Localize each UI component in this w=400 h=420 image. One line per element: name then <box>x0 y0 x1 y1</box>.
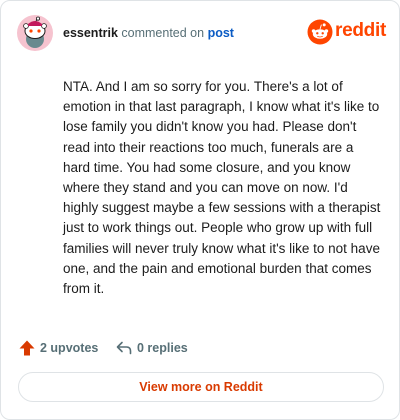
upvote-button[interactable]: 2 upvotes <box>18 337 98 359</box>
avatar[interactable] <box>17 15 53 51</box>
comment-embed-card: essentrik commented on post reddit NTA. … <box>0 0 400 420</box>
comment-text: NTA. And I am so sorry for you. There's … <box>63 79 381 297</box>
view-more-label: View more on Reddit <box>139 380 263 394</box>
comment-header: essentrik commented on post reddit <box>17 15 386 55</box>
reddit-brand[interactable]: reddit <box>307 19 386 45</box>
byline-action-text: commented on <box>121 26 205 40</box>
post-link[interactable]: post <box>208 26 234 40</box>
view-more-button[interactable]: View more on Reddit <box>18 372 384 402</box>
reddit-logo-icon <box>307 19 333 45</box>
comment-byline: essentrik commented on post <box>63 26 234 40</box>
reply-count: 0 replies <box>137 341 188 355</box>
author-name[interactable]: essentrik <box>63 26 118 40</box>
comment-actions: 2 upvotes 0 replies <box>18 337 383 359</box>
upvote-count: 2 upvotes <box>40 341 99 355</box>
snoo-avatar-icon <box>23 16 47 48</box>
upvote-arrow-icon <box>19 340 35 356</box>
reply-button[interactable]: 0 replies <box>115 337 188 359</box>
reddit-wordmark: reddit <box>335 20 386 41</box>
reply-arrow-icon <box>116 341 132 355</box>
